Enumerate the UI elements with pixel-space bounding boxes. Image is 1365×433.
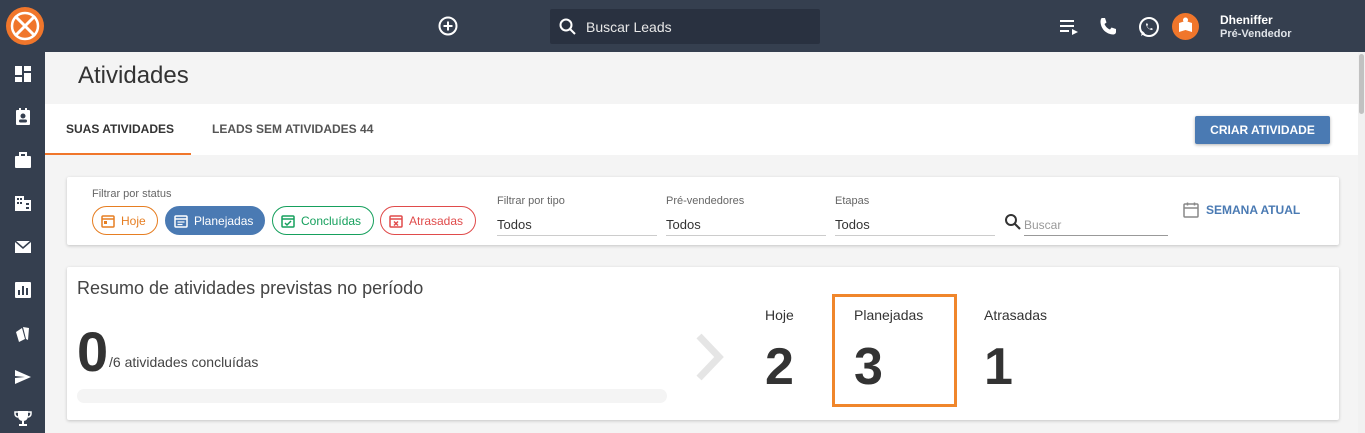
chip-hoje-label: Hoje [121, 213, 146, 228]
stat-hoje-label: Hoje [765, 307, 794, 323]
building-icon[interactable] [13, 193, 33, 213]
book-user-icon [1179, 17, 1192, 32]
dashboard-icon[interactable] [13, 64, 33, 84]
presellers-filter-label: Pré-vendedores [666, 195, 745, 207]
contacts-icon[interactable] [13, 107, 33, 127]
current-week-label: SEMANA ATUAL [1206, 203, 1301, 217]
presellers-filter-select[interactable]: Todos [666, 213, 826, 236]
cards-icon[interactable] [13, 324, 33, 344]
calendar-planned-icon [174, 214, 188, 228]
chip-planejadas-label: Planejadas [194, 213, 254, 228]
activity-search-input[interactable] [1024, 209, 1168, 236]
plus-circle-icon [438, 16, 458, 36]
user-avatar[interactable] [1172, 13, 1199, 40]
chip-planejadas[interactable]: Planejadas [165, 206, 265, 235]
status-filter-label: Filtrar por status [92, 188, 172, 200]
tabs-bar: SUAS ATIVIDADES LEADS SEM ATIVIDADES 44 … [45, 104, 1358, 155]
chip-atrasadas-label: Atrasadas [409, 213, 464, 228]
stat-planejadas-value: 3 [854, 338, 883, 396]
completed-text: /6 atividades concluídas [109, 354, 259, 370]
calendar-check-icon [281, 214, 295, 228]
add-button[interactable] [437, 15, 459, 37]
calendar-today-icon [101, 214, 115, 228]
chip-concluidas[interactable]: Concluídas [272, 206, 374, 235]
sidebar [0, 52, 45, 433]
chip-hoje[interactable]: Hoje [92, 206, 158, 235]
stat-atrasadas-label: Atrasadas [984, 307, 1048, 323]
page-title: Atividades [78, 62, 189, 89]
queue-icon[interactable] [1058, 15, 1082, 39]
trophy-icon[interactable] [13, 409, 33, 429]
briefcase-icon[interactable] [13, 150, 33, 170]
mail-icon[interactable] [13, 237, 33, 257]
stages-filter-label: Etapas [835, 195, 870, 207]
summary-title: Resumo de atividades previstas no períod… [77, 278, 424, 298]
calendar-late-icon [389, 214, 403, 228]
search-icon [1004, 213, 1022, 236]
completion-progress-bar [77, 389, 667, 403]
tab-leads-sem-atividades[interactable]: LEADS SEM ATIVIDADES 44 [212, 104, 373, 155]
filter-card: Filtrar por status Hoje Planejadas Concl… [67, 177, 1339, 245]
stat-planejadas-label: Planejadas [854, 307, 924, 323]
summary-card: Resumo de atividades previstas no períod… [67, 267, 1339, 420]
user-name: Dheniffer [1220, 13, 1273, 27]
phone-icon[interactable] [1096, 15, 1120, 39]
stat-atrasadas-value: 1 [984, 338, 1013, 396]
lead-search [550, 9, 820, 44]
top-bar: Dheniffer Pré-Vendedor [0, 0, 1365, 52]
completed-count: 0 [77, 320, 109, 383]
active-tab-indicator [45, 153, 191, 155]
scrollbar-thumb[interactable] [1359, 54, 1364, 114]
stat-hoje-value: 2 [765, 338, 794, 396]
current-week-button[interactable]: SEMANA ATUAL [1182, 201, 1300, 219]
chip-atrasadas[interactable]: Atrasadas [380, 206, 476, 235]
calendar-icon [1183, 202, 1199, 218]
chevron-right-icon [693, 332, 725, 387]
type-filter-label: Filtrar por tipo [497, 195, 565, 207]
logo-icon [10, 11, 40, 41]
stages-filter-select[interactable]: Todos [835, 213, 995, 236]
app-logo[interactable] [6, 7, 44, 45]
lead-search-input[interactable] [586, 9, 811, 44]
search-icon [558, 17, 578, 42]
send-icon[interactable] [13, 367, 33, 387]
create-activity-button[interactable]: CRIAR ATIVIDADE [1195, 116, 1330, 144]
user-role: Pré-Vendedor [1220, 28, 1292, 40]
type-filter-select[interactable]: Todos [497, 213, 657, 236]
activity-search [1004, 209, 1168, 236]
tab-suas-atividades[interactable]: SUAS ATIVIDADES [66, 104, 174, 155]
whatsapp-icon[interactable] [1137, 15, 1161, 39]
chart-icon[interactable] [13, 280, 33, 300]
chip-concluidas-label: Concluídas [301, 213, 362, 228]
